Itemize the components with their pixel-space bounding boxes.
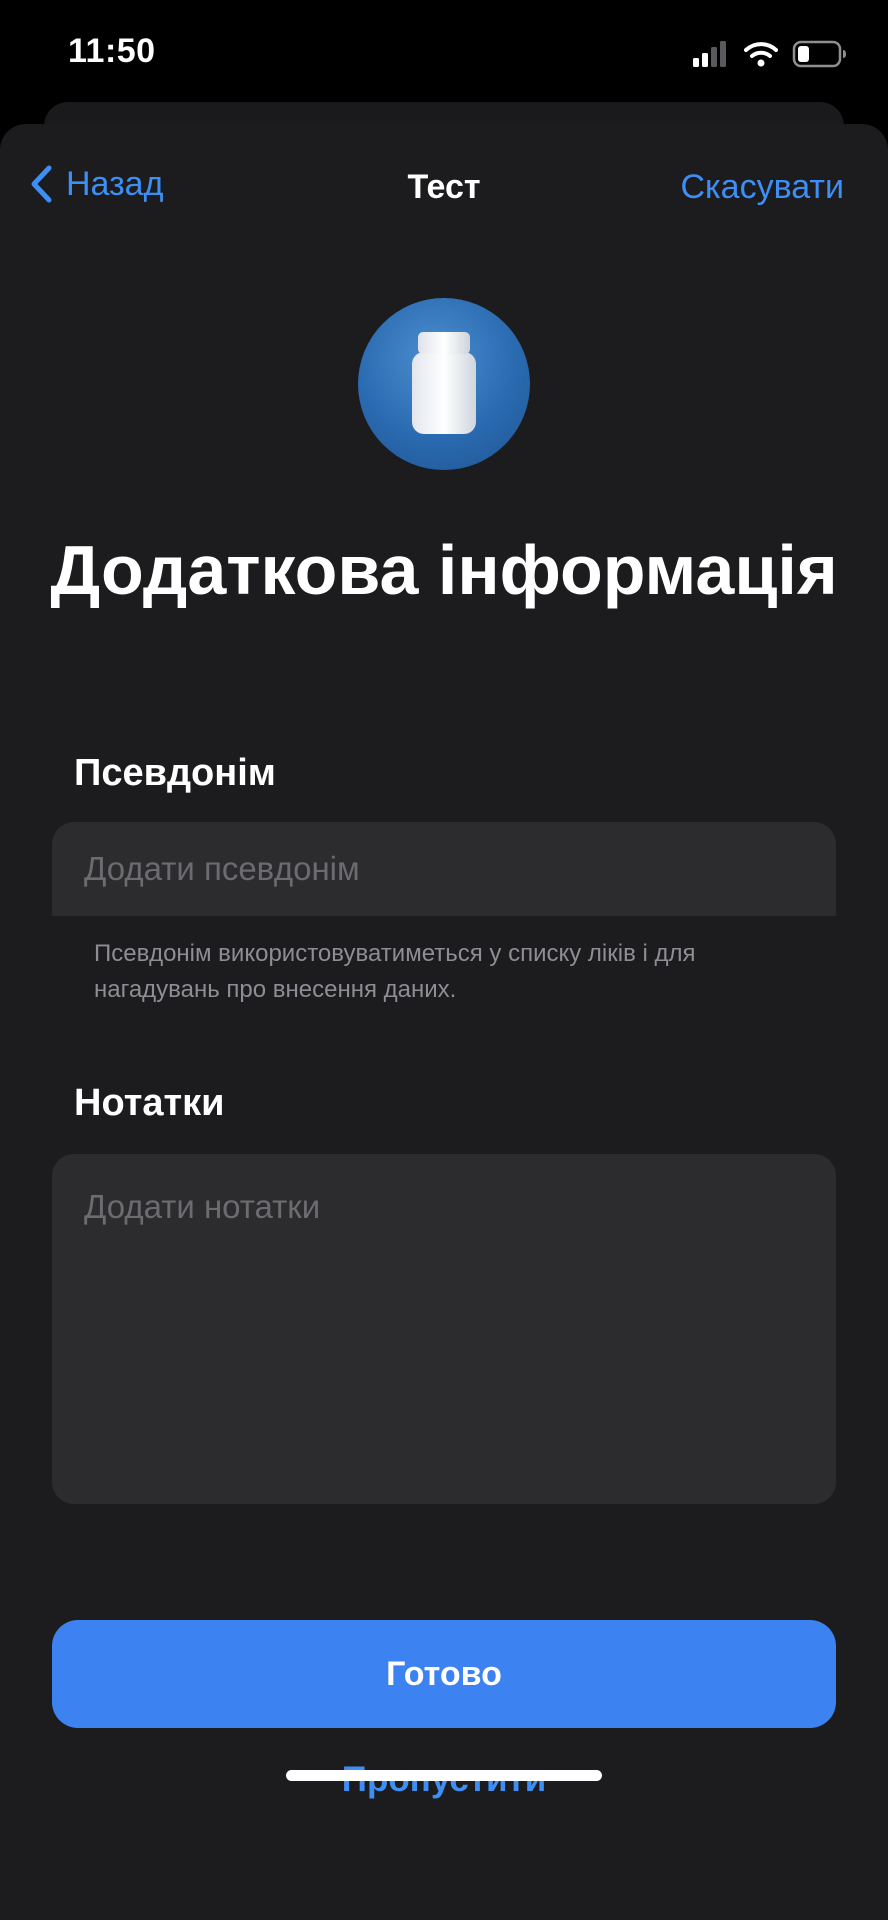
- nickname-label: Псевдонім: [74, 752, 276, 794]
- signal-icon: [693, 41, 726, 67]
- page-title: Додаткова інформація: [50, 531, 838, 609]
- screen: 11:50 Назад Тест Скасувати Додаткова інф…: [0, 0, 888, 1920]
- status-bar: 11:50: [0, 0, 888, 110]
- status-time: 11:50: [68, 32, 156, 70]
- notes-label: Нотатки: [74, 1082, 225, 1124]
- notes-input[interactable]: [52, 1154, 836, 1504]
- nickname-footnote: Псевдонім використовуватиметься у списку…: [94, 940, 696, 1003]
- nickname-input[interactable]: [52, 822, 836, 916]
- cancel-button[interactable]: Скасувати: [681, 168, 845, 207]
- home-indicator[interactable]: [286, 1770, 602, 1781]
- wifi-icon: [744, 42, 778, 67]
- status-icons: [692, 38, 848, 70]
- done-button[interactable]: Готово: [52, 1620, 836, 1728]
- battery-icon: [792, 40, 846, 68]
- pill-bottle-icon: [412, 332, 476, 434]
- add-medication-sheet: Назад Тест Скасувати Додаткова інформаці…: [0, 124, 888, 1920]
- medication-icon-badge: [358, 298, 530, 470]
- navigation-bar: Назад Тест Скасувати: [0, 124, 888, 244]
